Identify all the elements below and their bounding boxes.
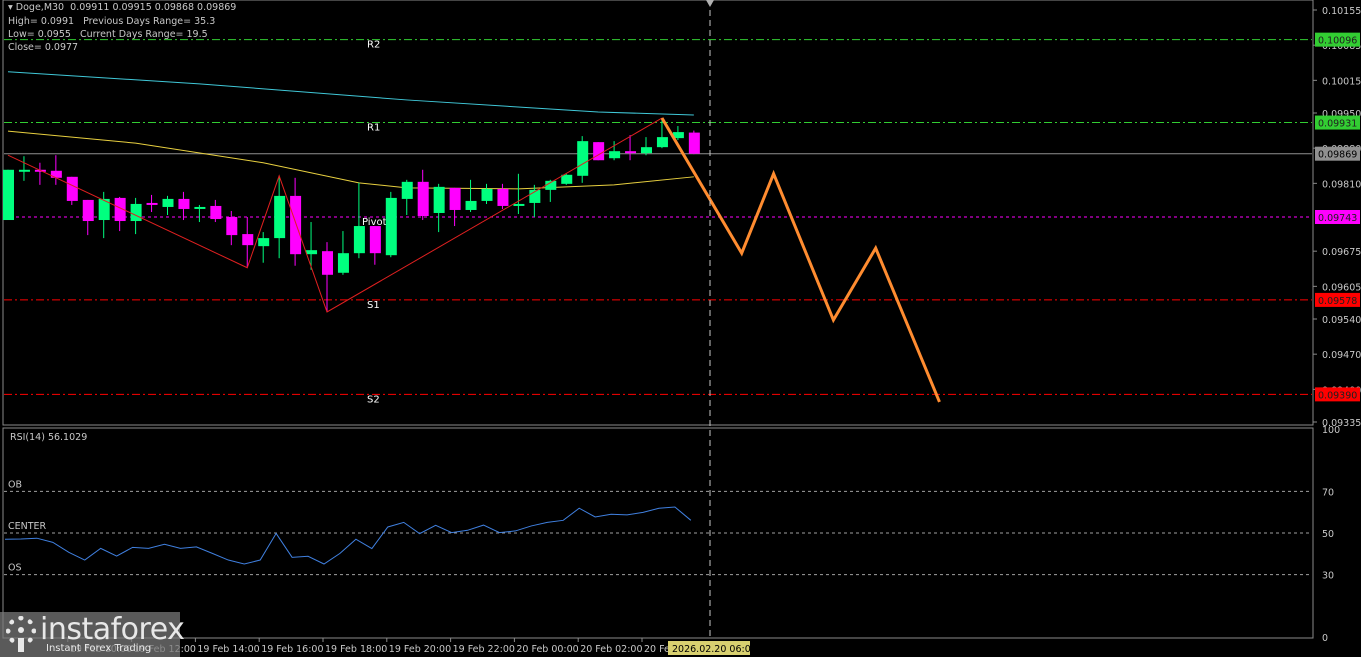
ma-slow-line (7, 71, 694, 116)
candle-bear (66, 176, 78, 201)
candle-bull (3, 169, 14, 221)
candle-bull (641, 147, 652, 154)
candle-bull (401, 181, 413, 199)
rsi-level-label: OS (8, 563, 22, 574)
level-label-r2: R2 (367, 40, 380, 51)
rsi-tick-label: 70 (1322, 487, 1334, 498)
rsi-level-label: CENTER (8, 521, 47, 532)
forecast-line (660, 117, 941, 403)
high-text: High= 0.0991 (8, 16, 75, 27)
candle-bear (226, 217, 238, 236)
candle-bear (82, 199, 94, 222)
instaforex-logo: instaforex Instant Forex Trading (0, 612, 185, 657)
candle-bull (130, 203, 142, 222)
candle-bull (194, 206, 206, 209)
candle-bull (258, 238, 270, 247)
rsi-tick-label: 50 (1322, 529, 1334, 540)
level-label-s2: S2 (367, 394, 380, 405)
info-row-1: High= 0.0991 Previous Days Range= 35.3 (8, 16, 215, 27)
candle-bull (577, 141, 589, 176)
time-tick-label: 19 Feb 20:00 (389, 644, 451, 655)
candle-bull (274, 195, 286, 239)
info-row-3: Close= 0.0977 (8, 42, 78, 53)
level-badge-value: 0.09743 (1318, 213, 1357, 224)
candle-bull (609, 151, 621, 159)
symbol-header: ▾ Doge,M30 0.09911 0.09915 0.09868 0.098… (8, 2, 236, 13)
info-row-2: Low= 0.0955 Current Days Range= 19.5 (8, 29, 208, 40)
price-tick-label: 0.10155 (1322, 6, 1361, 17)
forecast-path (660, 117, 941, 403)
candle-bull (162, 198, 174, 207)
time-tick-label: 19 Feb 18:00 (325, 644, 387, 655)
rsi-level-label: OB (8, 479, 22, 490)
price-tick-label: 0.09605 (1322, 282, 1361, 293)
candle-bear (497, 188, 509, 206)
close-text: Close= 0.0977 (8, 42, 79, 53)
level-label-s1: S1 (367, 300, 380, 311)
symbol-ohlc: Doge,M30 0.09911 0.09915 0.09868 0.09869 (15, 2, 237, 13)
rsi-tick-label: 30 (1322, 571, 1334, 582)
prev-range-text: Previous Days Range= 35.3 (83, 16, 216, 27)
rsi-line (4, 506, 692, 565)
candle-bear (290, 195, 302, 255)
candle-bear (178, 198, 190, 209)
level-label-r1: R1 (367, 123, 380, 134)
time-tick-label: 19 Feb 22:00 (453, 644, 515, 655)
candle-bull (353, 226, 365, 254)
cursor-time-label: 2026.02.20 06:00 (672, 644, 757, 655)
candle-bull (481, 188, 493, 201)
candle-bull (513, 203, 525, 206)
price-tick-label: 0.09470 (1322, 350, 1361, 361)
price-tick-label: 0.10015 (1322, 76, 1361, 87)
moving-averages (7, 71, 694, 190)
logo-tagline: Instant Forex Trading (46, 643, 152, 654)
candle-bear (146, 202, 158, 205)
collapse-triangle-icon[interactable]: ▾ (8, 2, 16, 13)
candle-bear (625, 151, 637, 154)
rsi-panel: OB CENTER OS 100 70 50 30 0 (4, 425, 1340, 644)
shift-marker-icon[interactable] (706, 0, 714, 7)
level-badge-value: 0.09578 (1318, 296, 1357, 307)
level-badges: 0.10096 0.09931 0.09869 0.09743 0.09578 0.093… (1315, 32, 1360, 402)
candle-bear (593, 142, 605, 161)
candle-bull (465, 200, 477, 210)
level-badge-value: 0.09931 (1318, 119, 1357, 130)
level-badge-value: 0.10096 (1318, 36, 1357, 47)
rsi-tick-label: 100 (1322, 425, 1340, 436)
candle-bull (306, 250, 318, 255)
candle-bear (242, 234, 254, 246)
candle-bear (210, 205, 222, 220)
low-text: Low= 0.0955 (8, 29, 71, 40)
price-tick-label: 0.09540 (1322, 315, 1361, 326)
candle-bull (656, 137, 668, 148)
candle-bear (688, 132, 700, 154)
level-badge-value: 0.09869 (1318, 150, 1357, 161)
candle-bull (561, 174, 573, 184)
pivot-levels: R2R1PivotS1S2 (4, 39, 1312, 405)
candle-bull (433, 186, 445, 213)
candle-bear (417, 181, 429, 217)
level-badge-value: 0.09390 (1318, 390, 1357, 401)
candle-bull (337, 253, 349, 273)
chart-canvas[interactable]: R2R1PivotS1S2 0.101550.100850.100150.099… (0, 0, 1361, 657)
candle-bear (369, 226, 381, 254)
price-tick-label: 0.09810 (1322, 179, 1361, 190)
logo-stem (18, 638, 24, 652)
rsi-title: RSI(14) 56.1029 (10, 432, 87, 443)
candle-bull (385, 197, 397, 256)
candle-bear (322, 251, 333, 275)
curr-range-text: Current Days Range= 19.5 (80, 29, 208, 40)
candle-bull (18, 169, 30, 172)
logo-brand: instaforex (40, 612, 185, 647)
time-tick-label: 19 Feb 16:00 (261, 644, 323, 655)
time-tick-label: 20 Feb 02:00 (580, 644, 642, 655)
price-tick-label: 0.09675 (1322, 247, 1361, 258)
time-tick-label: 19 Feb 14:00 (197, 644, 259, 655)
rsi-tick-label: 0 (1322, 633, 1328, 644)
ma-fast-line (7, 130, 694, 190)
candle-bear (50, 170, 62, 178)
candles (3, 119, 700, 312)
time-tick-label: 20 Feb 00:00 (516, 644, 578, 655)
candle-bear (449, 187, 461, 210)
